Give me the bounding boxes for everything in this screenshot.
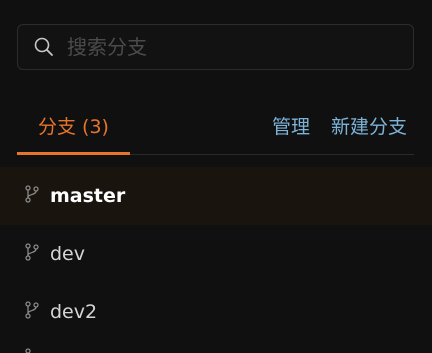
tab-branches-label: 分支 (3) [38,116,109,138]
list-item-partial [0,344,432,353]
git-branch-icon [25,185,39,203]
search-box[interactable] [17,24,414,70]
branch-name: dev2 [50,301,98,323]
manage-button[interactable]: 管理 [272,100,310,150]
branch-name: dev [50,243,85,265]
active-tab-indicator [17,152,130,155]
search-input[interactable] [67,25,397,69]
new-branch-button[interactable]: 新建分支 [331,100,407,150]
branch-list: master dev dev2 [0,167,432,341]
branch-item-dev2[interactable]: dev2 [0,283,432,341]
git-branch-icon [25,348,31,353]
branch-panel: 分支 (3) 管理 新建分支 master dev [0,0,432,353]
branch-item-master[interactable]: master [0,167,432,225]
git-branch-icon [25,301,39,319]
tab-branches[interactable]: 分支 (3) [17,100,130,155]
git-branch-icon [25,243,39,261]
tab-bar: 分支 (3) 管理 新建分支 [17,100,414,155]
branch-item-dev[interactable]: dev [0,225,432,283]
search-icon [34,37,53,56]
branch-name: master [50,185,126,207]
